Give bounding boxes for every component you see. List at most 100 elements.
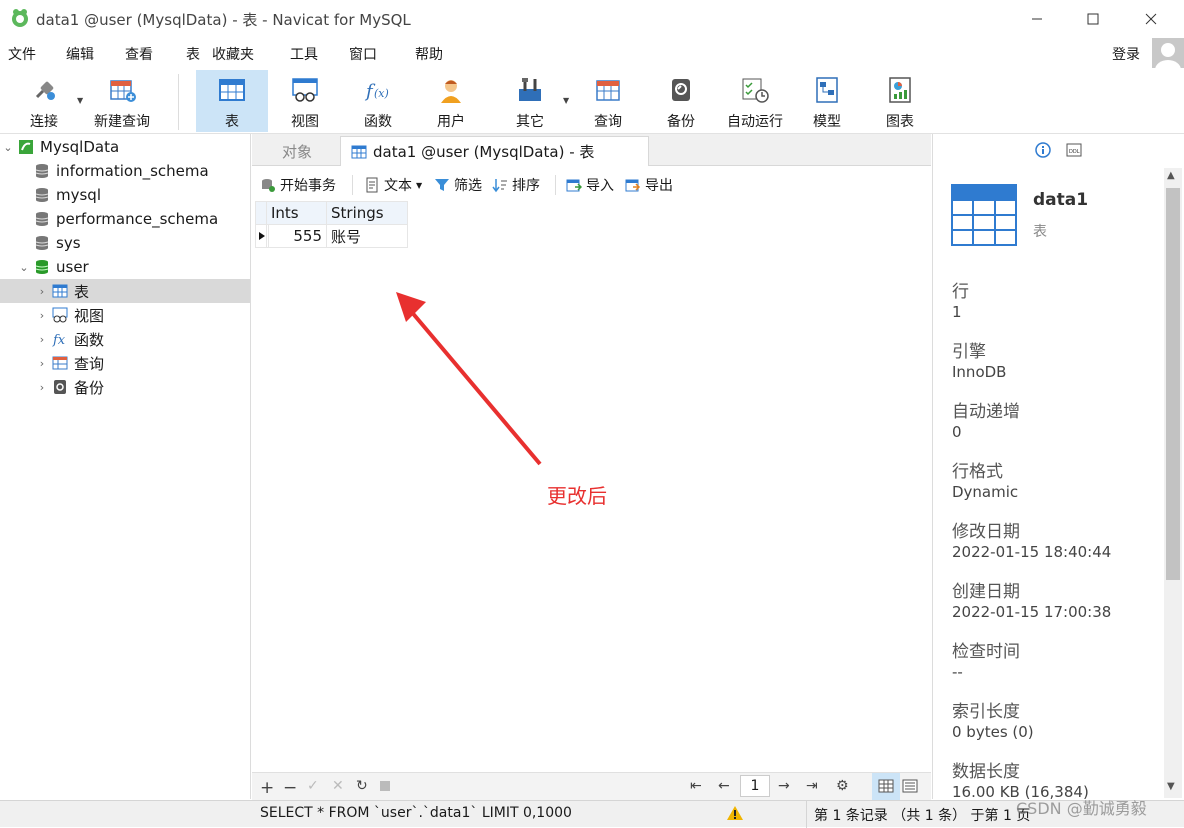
table-toolbar-button[interactable]: 表: [196, 70, 268, 132]
chart-toolbar-button[interactable]: 图表: [864, 70, 936, 132]
column-header-ints[interactable]: Ints: [266, 201, 327, 225]
add-record-button[interactable]: +: [260, 778, 274, 798]
export-icon: [625, 179, 641, 192]
import-button[interactable]: 导入: [566, 175, 614, 195]
expand-icon[interactable]: ›: [34, 309, 50, 322]
tree-node-tables[interactable]: › 表: [0, 279, 250, 303]
user-toolbar-button[interactable]: 用户: [415, 70, 487, 132]
menu-tools[interactable]: 工具: [290, 44, 318, 64]
expand-icon[interactable]: ›: [34, 285, 50, 298]
dropdown-caret-icon: ▼: [416, 180, 423, 190]
view-toolbar-button[interactable]: 视图: [269, 70, 341, 132]
menu-edit[interactable]: 编辑: [66, 44, 94, 64]
tree-node-backups[interactable]: › 备份: [0, 375, 250, 399]
close-button[interactable]: [1128, 0, 1174, 38]
menu-file[interactable]: 文件: [8, 44, 36, 64]
database-icon: [35, 188, 49, 202]
collapse-icon[interactable]: ⌄: [0, 141, 16, 154]
connect-button[interactable]: 连接: [8, 70, 80, 132]
scrollbar-thumb[interactable]: [1166, 188, 1180, 580]
prop-modified-label: 修改日期: [952, 522, 1020, 542]
begin-transaction-button[interactable]: 开始事务: [260, 175, 336, 195]
scroll-up-icon[interactable]: ▲: [1167, 170, 1175, 181]
backup-toolbar-button[interactable]: 备份: [645, 70, 717, 132]
expand-icon[interactable]: ›: [34, 357, 50, 370]
connect-dropdown-caret[interactable]: ▼: [77, 96, 83, 105]
tree-db-performance-schema[interactable]: performance_schema: [0, 207, 250, 231]
collapse-icon[interactable]: ⌄: [16, 261, 32, 274]
schedule-icon: [742, 78, 769, 103]
menu-bar: 文件 编辑 查看 表 收藏夹 工具 窗口 帮助: [0, 38, 1184, 68]
last-page-button[interactable]: ⇥: [806, 778, 818, 794]
menu-favorites[interactable]: 收藏夹: [212, 44, 254, 64]
minimize-button[interactable]: [1014, 0, 1060, 38]
watermark-text: CSDN @勤诚勇毅: [1016, 799, 1147, 818]
sort-button[interactable]: 排序: [492, 175, 540, 195]
apply-changes-button[interactable]: ✓: [307, 778, 319, 794]
form-view-button[interactable]: [902, 778, 918, 798]
chart-icon: [889, 77, 911, 103]
ddl-tab-button[interactable]: DDL: [1066, 142, 1082, 162]
function-toolbar-button[interactable]: f (x) 函数: [342, 70, 414, 132]
expand-icon[interactable]: ›: [34, 333, 50, 346]
tree-db-user[interactable]: ⌄ user: [0, 255, 250, 279]
table-cell[interactable]: 555: [266, 224, 327, 248]
toolbar-separator: [178, 74, 179, 130]
database-open-icon: [35, 260, 49, 274]
annotation-label: 更改后: [547, 484, 607, 508]
menu-table[interactable]: 表: [186, 44, 200, 64]
text-document-icon: [366, 177, 378, 193]
grid-view-button[interactable]: [872, 773, 900, 800]
navigation-tree: ⌄ MysqlData information_schema mysql per…: [0, 134, 251, 799]
user-icon: [441, 80, 461, 103]
info-tab-button[interactable]: [1035, 142, 1051, 162]
others-dropdown-caret[interactable]: ▼: [563, 96, 569, 105]
next-page-button[interactable]: →: [778, 778, 790, 794]
export-button[interactable]: 导出: [625, 175, 673, 195]
refresh-button[interactable]: ↻: [356, 778, 368, 794]
database-icon: [35, 164, 49, 178]
scroll-down-icon[interactable]: ▼: [1167, 781, 1175, 792]
table-cell[interactable]: 账号: [326, 224, 408, 248]
maximize-button[interactable]: [1070, 0, 1116, 38]
first-page-button[interactable]: ⇤: [690, 778, 702, 794]
prop-index-length-label: 索引长度: [952, 702, 1020, 722]
new-query-button[interactable]: 新建查询: [86, 70, 158, 132]
prop-data-length-label: 数据长度: [952, 762, 1020, 782]
tree-node-queries[interactable]: › 查询: [0, 351, 250, 375]
column-header-strings[interactable]: Strings: [326, 201, 408, 225]
table-icon: [52, 284, 68, 298]
grid-view-icon: [878, 779, 894, 793]
tab-data1-table[interactable]: data1 @user (MysqlData) - 表: [340, 136, 649, 166]
avatar[interactable]: [1152, 38, 1184, 70]
tree-db-sys[interactable]: sys: [0, 231, 250, 255]
tree-node-views[interactable]: › 视图: [0, 303, 250, 327]
stop-button[interactable]: [380, 781, 390, 791]
model-toolbar-button[interactable]: 模型: [791, 70, 863, 132]
menu-view[interactable]: 查看: [125, 44, 153, 64]
expand-icon[interactable]: ›: [34, 381, 50, 394]
filter-button[interactable]: 筛选: [434, 175, 482, 195]
page-settings-gear-icon[interactable]: ⚙: [836, 778, 849, 794]
maximize-icon: [1087, 13, 1099, 25]
discard-changes-button[interactable]: ✕: [332, 778, 344, 794]
view-icon: [292, 78, 318, 102]
delete-record-button[interactable]: −: [283, 778, 297, 798]
automation-toolbar-button[interactable]: 自动运行: [718, 70, 792, 132]
warning-triangle-icon: [727, 806, 743, 820]
large-table-icon: [951, 184, 1017, 246]
tree-connection-mysqldata[interactable]: ⌄ MysqlData: [0, 135, 250, 159]
others-toolbar-button[interactable]: 其它: [494, 70, 566, 132]
tree-db-information-schema[interactable]: information_schema: [0, 159, 250, 183]
text-view-button[interactable]: 文本 ▼: [364, 175, 422, 195]
tree-db-mysql[interactable]: mysql: [0, 183, 250, 207]
tab-objects[interactable]: 对象: [272, 136, 322, 166]
login-link[interactable]: 登录: [1112, 44, 1140, 64]
warning-icon[interactable]: [726, 805, 744, 825]
query-toolbar-button[interactable]: 查询: [572, 70, 644, 132]
page-number-input[interactable]: 1: [740, 775, 770, 797]
menu-help[interactable]: 帮助: [415, 44, 443, 64]
menu-window[interactable]: 窗口: [349, 44, 377, 64]
tree-node-functions[interactable]: › fx 函数: [0, 327, 250, 351]
previous-page-button[interactable]: ←: [718, 778, 730, 794]
